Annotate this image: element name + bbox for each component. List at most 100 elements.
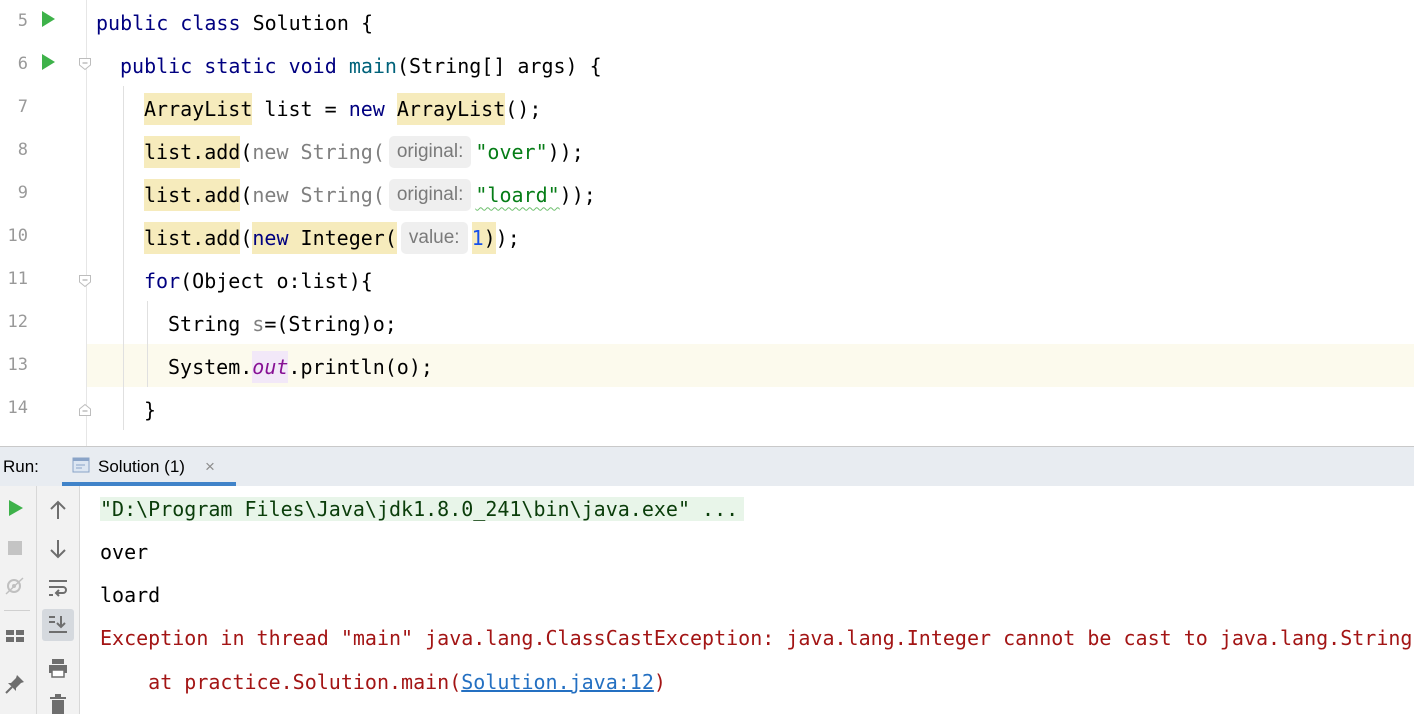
unchecked-call-warning: list.add <box>144 221 241 254</box>
code-line-12[interactable]: String s=(String)o; <box>168 301 397 344</box>
line-number: 5 <box>17 11 28 31</box>
line-number: 8 <box>17 140 28 160</box>
toolbar-separator <box>4 610 30 611</box>
console-line: "D:\Program Files\Java\jdk1.8.0_241\bin\… <box>100 488 745 531</box>
stacktrace-text: at practice.Solution.main( <box>100 670 462 694</box>
keyword: void <box>288 53 337 78</box>
fold-icon[interactable] <box>78 57 92 71</box>
scroll-to-end-icon <box>49 616 67 633</box>
raw-type-warning: ArrayList <box>396 92 506 125</box>
code-editor[interactable]: 5 6 7 8 9 10 11 12 13 14 public class So… <box>0 0 1414 446</box>
soft-wrap-icon[interactable] <box>46 576 70 600</box>
keyword: for <box>144 268 181 293</box>
raw-type-warning: ArrayList <box>144 92 253 125</box>
code-text: ); <box>495 225 520 250</box>
up-arrow-icon[interactable] <box>46 498 70 522</box>
number-literal: 1 <box>471 221 484 254</box>
keyword-redundant: new <box>252 139 289 164</box>
code-text: System. <box>168 354 253 379</box>
code-text: (Object o:list){ <box>180 268 373 293</box>
code-line-9[interactable]: list.add(new String(original: "loard")); <box>144 172 596 215</box>
run-label: Run: <box>3 457 39 476</box>
code-line-14[interactable]: } <box>144 387 156 430</box>
code-line-13[interactable]: System.out.println(o); <box>168 344 433 387</box>
code-text: ( <box>240 225 253 250</box>
line-number: 10 <box>7 226 28 246</box>
code-line-7[interactable]: ArrayList list = new ArrayList(); <box>144 86 541 129</box>
trash-icon[interactable] <box>46 692 70 716</box>
indent-guide <box>147 301 148 387</box>
parameter-hint: original: <box>388 178 472 211</box>
method-name: main <box>348 53 397 78</box>
line-number: 11 <box>7 269 28 289</box>
brace: { <box>360 10 373 35</box>
keyword-redundant: new <box>252 182 289 207</box>
pin-icon[interactable] <box>3 672 27 696</box>
stop-icon[interactable] <box>3 536 27 560</box>
unchecked-call-warning: list.add <box>144 178 241 211</box>
code-text: String( <box>288 139 385 164</box>
console-line: over <box>100 540 149 564</box>
code-text: )); <box>559 182 596 207</box>
stacktrace-line: at practice.Solution.main(Solution.java:… <box>100 661 666 704</box>
keyword: public <box>120 53 193 78</box>
layout-icon[interactable] <box>3 624 27 648</box>
static-field: out <box>252 350 289 383</box>
code-text: =(String)o; <box>264 311 397 336</box>
console-tab-icon <box>72 457 90 473</box>
console-output[interactable]: "D:\Program Files\Java\jdk1.8.0_241\bin\… <box>80 486 1414 714</box>
line-number: 13 <box>7 355 28 375</box>
line-number: 9 <box>17 183 28 203</box>
tab-title: Solution (1) <box>98 457 185 476</box>
class-name: Solution <box>252 10 349 35</box>
print-icon[interactable] <box>46 656 70 680</box>
run-gutter-icon[interactable] <box>40 10 56 28</box>
run-gutter-icon[interactable] <box>40 53 56 71</box>
deprecated-constructor: new <box>252 221 289 254</box>
code-text: ) <box>483 221 496 254</box>
indent-guide <box>123 86 124 430</box>
stacktrace-text: ) <box>653 670 666 694</box>
string-literal: "loard" <box>475 182 560 207</box>
code-text: )); <box>547 139 584 164</box>
restore-layout-icon[interactable] <box>3 574 27 598</box>
run-toolbar <box>0 486 79 714</box>
line-number: 12 <box>7 312 28 332</box>
exception-line: Exception in thread "main" java.lang.Cla… <box>100 626 1413 650</box>
code-line-5[interactable]: public class Solution { <box>96 0 373 43</box>
keyword: new <box>348 96 385 121</box>
command-line: "D:\Program Files\Java\jdk1.8.0_241\bin\… <box>100 497 745 521</box>
keyword: class <box>180 10 241 35</box>
source-link[interactable]: Solution.java:12 <box>461 670 654 694</box>
code-line-11[interactable]: for(Object o:list){ <box>144 258 373 301</box>
code-text: String( <box>288 182 385 207</box>
toolbar-divider <box>36 486 37 714</box>
fold-icon[interactable] <box>78 274 92 288</box>
close-icon[interactable]: × <box>205 457 215 477</box>
code-text: ( <box>240 139 253 164</box>
unchecked-call-warning: list.add <box>144 135 241 168</box>
code-line-10[interactable]: list.add(new Integer(value: 1)); <box>144 215 520 258</box>
code-line-6[interactable]: public static void main(String[] args) { <box>120 43 602 86</box>
code-text: (); <box>505 96 542 121</box>
string-literal: "over" <box>475 139 548 164</box>
down-arrow-icon[interactable] <box>46 537 70 561</box>
tab-solution[interactable]: Solution (1) × <box>62 447 236 486</box>
rerun-icon[interactable] <box>3 496 27 520</box>
keyword: public <box>96 10 169 35</box>
brace: } <box>144 397 157 422</box>
fold-icon[interactable] <box>78 403 92 417</box>
deprecated-constructor: Integer( <box>288 221 397 254</box>
scroll-to-end-toggle[interactable] <box>42 609 74 641</box>
params: (String[] args) { <box>396 53 602 78</box>
line-number: 6 <box>17 54 28 74</box>
unused-variable: s <box>252 311 265 336</box>
line-number: 14 <box>7 398 28 418</box>
parameter-hint: original: <box>388 135 472 168</box>
code-text: String <box>168 311 253 336</box>
code-text: ( <box>240 182 253 207</box>
code-line-8[interactable]: list.add(new String(original: "over")); <box>144 129 584 172</box>
run-window-header: Run: Solution (1) × <box>0 447 1414 486</box>
console-line: loard <box>100 583 161 607</box>
code-text: list = <box>252 96 349 121</box>
